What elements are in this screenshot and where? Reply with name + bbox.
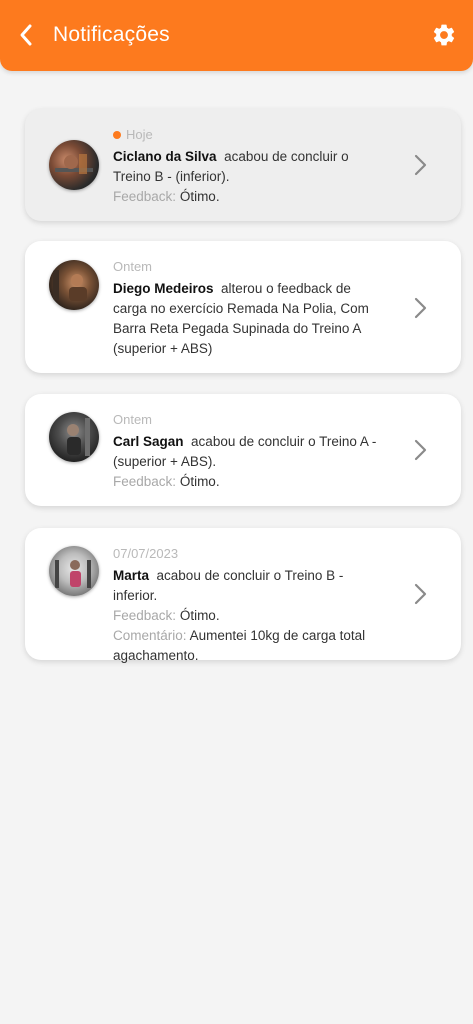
feedback-line: Feedback: Ótimo. bbox=[113, 187, 383, 207]
notification-content: 07/07/2023 Marta acabou de concluir o Tr… bbox=[113, 545, 383, 666]
user-name: Marta bbox=[113, 568, 150, 583]
feedback-value: Ótimo. bbox=[179, 608, 220, 623]
feedback-line: Feedback: Ótimo. bbox=[113, 472, 383, 492]
avatar bbox=[49, 260, 99, 310]
chevron-left-icon bbox=[20, 24, 32, 46]
user-name: Ciclano da Silva bbox=[113, 149, 217, 164]
avatar bbox=[49, 412, 99, 462]
notification-card[interactable]: Ontem Diego Medeiros alterou o feedback … bbox=[25, 241, 461, 373]
feedback-label: Feedback: bbox=[113, 608, 177, 623]
notification-message: Diego Medeiros alterou o feedback de car… bbox=[113, 279, 383, 359]
notification-card[interactable]: 07/07/2023 Marta acabou de concluir o Tr… bbox=[25, 528, 461, 663]
chevron-right-icon bbox=[414, 297, 427, 319]
notification-content: Hoje Ciclano da Silva acabou de concluir… bbox=[113, 126, 383, 207]
notification-date: Hoje bbox=[113, 126, 383, 144]
notification-card[interactable]: Hoje Ciclano da Silva acabou de concluir… bbox=[25, 109, 461, 221]
avatar bbox=[49, 140, 99, 190]
user-name: Carl Sagan bbox=[113, 434, 184, 449]
settings-button[interactable] bbox=[429, 20, 459, 50]
app-header: Notificações bbox=[0, 0, 473, 71]
unread-dot bbox=[113, 131, 121, 139]
comment-line: Comentário: Aumentei 10kg de carga total… bbox=[113, 626, 383, 666]
notification-message: Ciclano da Silva acabou de concluir o Tr… bbox=[113, 147, 383, 187]
gear-icon bbox=[433, 24, 455, 46]
notification-message: Carl Sagan acabou de concluir o Treino A… bbox=[113, 432, 383, 472]
user-name: Diego Medeiros bbox=[113, 281, 214, 296]
feedback-value: Ótimo. bbox=[179, 474, 220, 489]
chevron-right-icon bbox=[414, 439, 427, 461]
chevron-right-icon bbox=[414, 583, 427, 605]
date-label: Ontem bbox=[113, 259, 153, 274]
notification-date: Ontem bbox=[113, 258, 383, 276]
feedback-value: Ótimo. bbox=[179, 189, 220, 204]
date-label: Ontem bbox=[113, 412, 153, 427]
feedback-line: Feedback: Ótimo. bbox=[113, 606, 383, 626]
notification-message: Marta acabou de concluir o Treino B - in… bbox=[113, 566, 383, 606]
feedback-label: Feedback: bbox=[113, 474, 177, 489]
page-title: Notificações bbox=[53, 23, 170, 46]
date-label: 07/07/2023 bbox=[113, 546, 179, 561]
avatar bbox=[49, 546, 99, 596]
notification-content: Ontem Carl Sagan acabou de concluir o Tr… bbox=[113, 411, 383, 492]
date-label: Hoje bbox=[126, 127, 153, 142]
notification-card[interactable]: Ontem Carl Sagan acabou de concluir o Tr… bbox=[25, 394, 461, 506]
back-button[interactable] bbox=[12, 20, 40, 50]
notification-date: Ontem bbox=[113, 411, 383, 429]
notification-date: 07/07/2023 bbox=[113, 545, 383, 563]
feedback-label: Feedback: bbox=[113, 189, 177, 204]
comment-label: Comentário: bbox=[113, 628, 187, 643]
notification-content: Ontem Diego Medeiros alterou o feedback … bbox=[113, 258, 383, 359]
chevron-right-icon bbox=[414, 154, 427, 176]
